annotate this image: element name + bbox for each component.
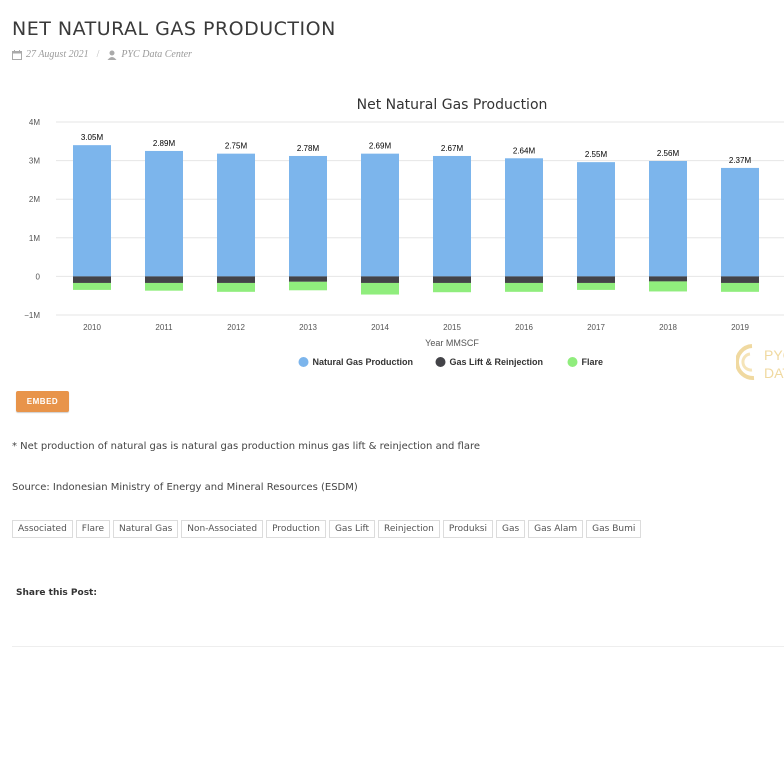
- bar-gas-lift-reinjection[interactable]: [361, 276, 399, 283]
- y-tick-label: 4M: [29, 118, 40, 127]
- bar-flare[interactable]: [577, 282, 615, 290]
- tag-natural-gas[interactable]: Natural Gas: [113, 520, 179, 538]
- calendar-icon: [12, 49, 22, 60]
- x-tick-label: 2011: [155, 323, 173, 332]
- x-axis-title: Year MMSCF: [425, 338, 479, 348]
- data-label: 2.37M: [729, 156, 752, 165]
- post-meta: 27 August 2021 / PYC Data Center: [12, 49, 192, 60]
- tag-produksi[interactable]: Produksi: [442, 520, 493, 538]
- tag-gas-lift[interactable]: Gas Lift: [328, 520, 376, 538]
- bar-chart: Net Natural Gas Production −1M01M2M3M4M …: [24, 97, 784, 367]
- bar-flare[interactable]: [289, 281, 327, 291]
- bar-flare[interactable]: [145, 282, 183, 291]
- footnote: * Net production of natural gas is natur…: [12, 441, 481, 452]
- tag-flare[interactable]: Flare: [75, 520, 111, 538]
- tag-non-associated[interactable]: Non-Associated: [181, 520, 264, 538]
- post-author[interactable]: PYC Data Center: [121, 49, 192, 60]
- legend-marker: [298, 357, 309, 367]
- legend-marker: [567, 357, 578, 367]
- data-label: 2.78M: [297, 144, 320, 153]
- tag-reinjection[interactable]: Reinjection: [378, 520, 440, 538]
- data-label: 2.64M: [513, 146, 536, 155]
- pyc-watermark-logo: PYC DATA: [736, 340, 784, 384]
- bar-natural-gas-production[interactable]: [721, 167, 759, 277]
- data-label: 2.56M: [657, 149, 680, 158]
- bar-natural-gas-production[interactable]: [73, 145, 111, 277]
- tag-gas-alam[interactable]: Gas Alam: [528, 520, 584, 538]
- bar-flare[interactable]: [721, 282, 759, 292]
- y-tick-label: −1M: [24, 311, 40, 320]
- bar-natural-gas-production[interactable]: [649, 160, 687, 277]
- legend-label: Natural Gas Production: [313, 357, 414, 367]
- chart-title: Net Natural Gas Production: [357, 97, 548, 113]
- y-tick-label: 3M: [29, 157, 40, 166]
- legend-marker: [435, 357, 446, 367]
- bar-gas-lift-reinjection[interactable]: [217, 276, 255, 283]
- x-tick-label: 2010: [83, 323, 101, 332]
- bar-flare[interactable]: [433, 282, 471, 293]
- bar-flare[interactable]: [217, 282, 255, 292]
- tag-gas-bumi[interactable]: Gas Bumi: [586, 520, 642, 538]
- legend-item-natural-gas-production[interactable]: Natural Gas Production: [298, 357, 414, 367]
- bar-gas-lift-reinjection[interactable]: [505, 276, 543, 283]
- svg-text:PYC: PYC: [764, 347, 784, 363]
- data-label: 2.67M: [441, 144, 464, 153]
- x-tick-label: 2019: [731, 323, 749, 332]
- bar-gas-lift-reinjection[interactable]: [577, 276, 615, 283]
- bar-gas-lift-reinjection[interactable]: [721, 276, 759, 283]
- bar-flare[interactable]: [73, 282, 111, 290]
- bar-natural-gas-production[interactable]: [361, 153, 399, 277]
- tag-list: Associated Flare Natural Gas Non-Associated…: [12, 520, 644, 538]
- user-icon: [107, 50, 117, 60]
- legend-item-gas-lift-reinjection[interactable]: Gas Lift & Reinjection: [435, 357, 544, 367]
- legend-label: Flare: [582, 357, 604, 367]
- post-date: 27 August 2021: [26, 49, 89, 60]
- bar-gas-lift-reinjection[interactable]: [289, 276, 327, 282]
- x-tick-label: 2017: [587, 323, 605, 332]
- data-label: 2.75M: [225, 142, 248, 151]
- bar-natural-gas-production[interactable]: [505, 158, 543, 277]
- bar-natural-gas-production[interactable]: [577, 162, 615, 277]
- tag-associated[interactable]: Associated: [12, 520, 73, 538]
- meta-separator: /: [96, 49, 100, 60]
- data-label: 2.89M: [153, 139, 176, 148]
- chart-legend: Natural Gas Production Gas Lift & Reinjec…: [298, 357, 604, 367]
- data-label: 2.55M: [585, 150, 608, 159]
- bar-flare[interactable]: [649, 281, 687, 292]
- divider: [12, 646, 784, 647]
- y-tick-label: 2M: [29, 195, 40, 204]
- bar-natural-gas-production[interactable]: [289, 155, 327, 277]
- x-tick-label: 2012: [227, 323, 245, 332]
- tag-production[interactable]: Production: [266, 520, 326, 538]
- x-tick-label: 2016: [515, 323, 533, 332]
- y-axis: −1M 0 1M 2M 3M 4M: [24, 118, 40, 320]
- embed-button[interactable]: EMBED: [16, 391, 69, 412]
- y-tick-label: 0: [36, 272, 41, 281]
- data-label: 2.69M: [369, 142, 392, 151]
- y-tick-label: 1M: [29, 234, 40, 243]
- page-title: NET NATURAL GAS PRODUCTION: [12, 18, 336, 40]
- x-tick-label: 2018: [659, 323, 677, 332]
- legend-label: Gas Lift & Reinjection: [450, 357, 544, 367]
- bar-gas-lift-reinjection[interactable]: [433, 276, 471, 283]
- x-tick-label: 2015: [443, 323, 461, 332]
- source-text: Source: Indonesian Ministry of Energy an…: [12, 482, 358, 493]
- bar-natural-gas-production[interactable]: [433, 155, 471, 277]
- tag-gas[interactable]: Gas: [495, 520, 526, 538]
- bar-flare[interactable]: [505, 282, 543, 292]
- bar-gas-lift-reinjection[interactable]: [73, 276, 111, 283]
- bar-natural-gas-production[interactable]: [145, 150, 183, 277]
- chart-bars: [73, 145, 759, 295]
- bar-gas-lift-reinjection[interactable]: [649, 276, 687, 282]
- bar-natural-gas-production[interactable]: [217, 153, 255, 277]
- svg-text:DATA: DATA: [764, 365, 784, 381]
- legend-item-flare[interactable]: Flare: [567, 357, 604, 367]
- bar-gas-lift-reinjection[interactable]: [145, 276, 183, 283]
- x-tick-label: 2013: [299, 323, 317, 332]
- share-label: Share this Post:: [16, 588, 97, 598]
- x-tick-label: 2014: [371, 323, 389, 332]
- x-axis: 2010 2011 2012 2013 2014 2015 2016 2017 2018 2019: [83, 323, 749, 332]
- bar-flare[interactable]: [361, 282, 399, 295]
- data-label: 3.05M: [81, 133, 104, 142]
